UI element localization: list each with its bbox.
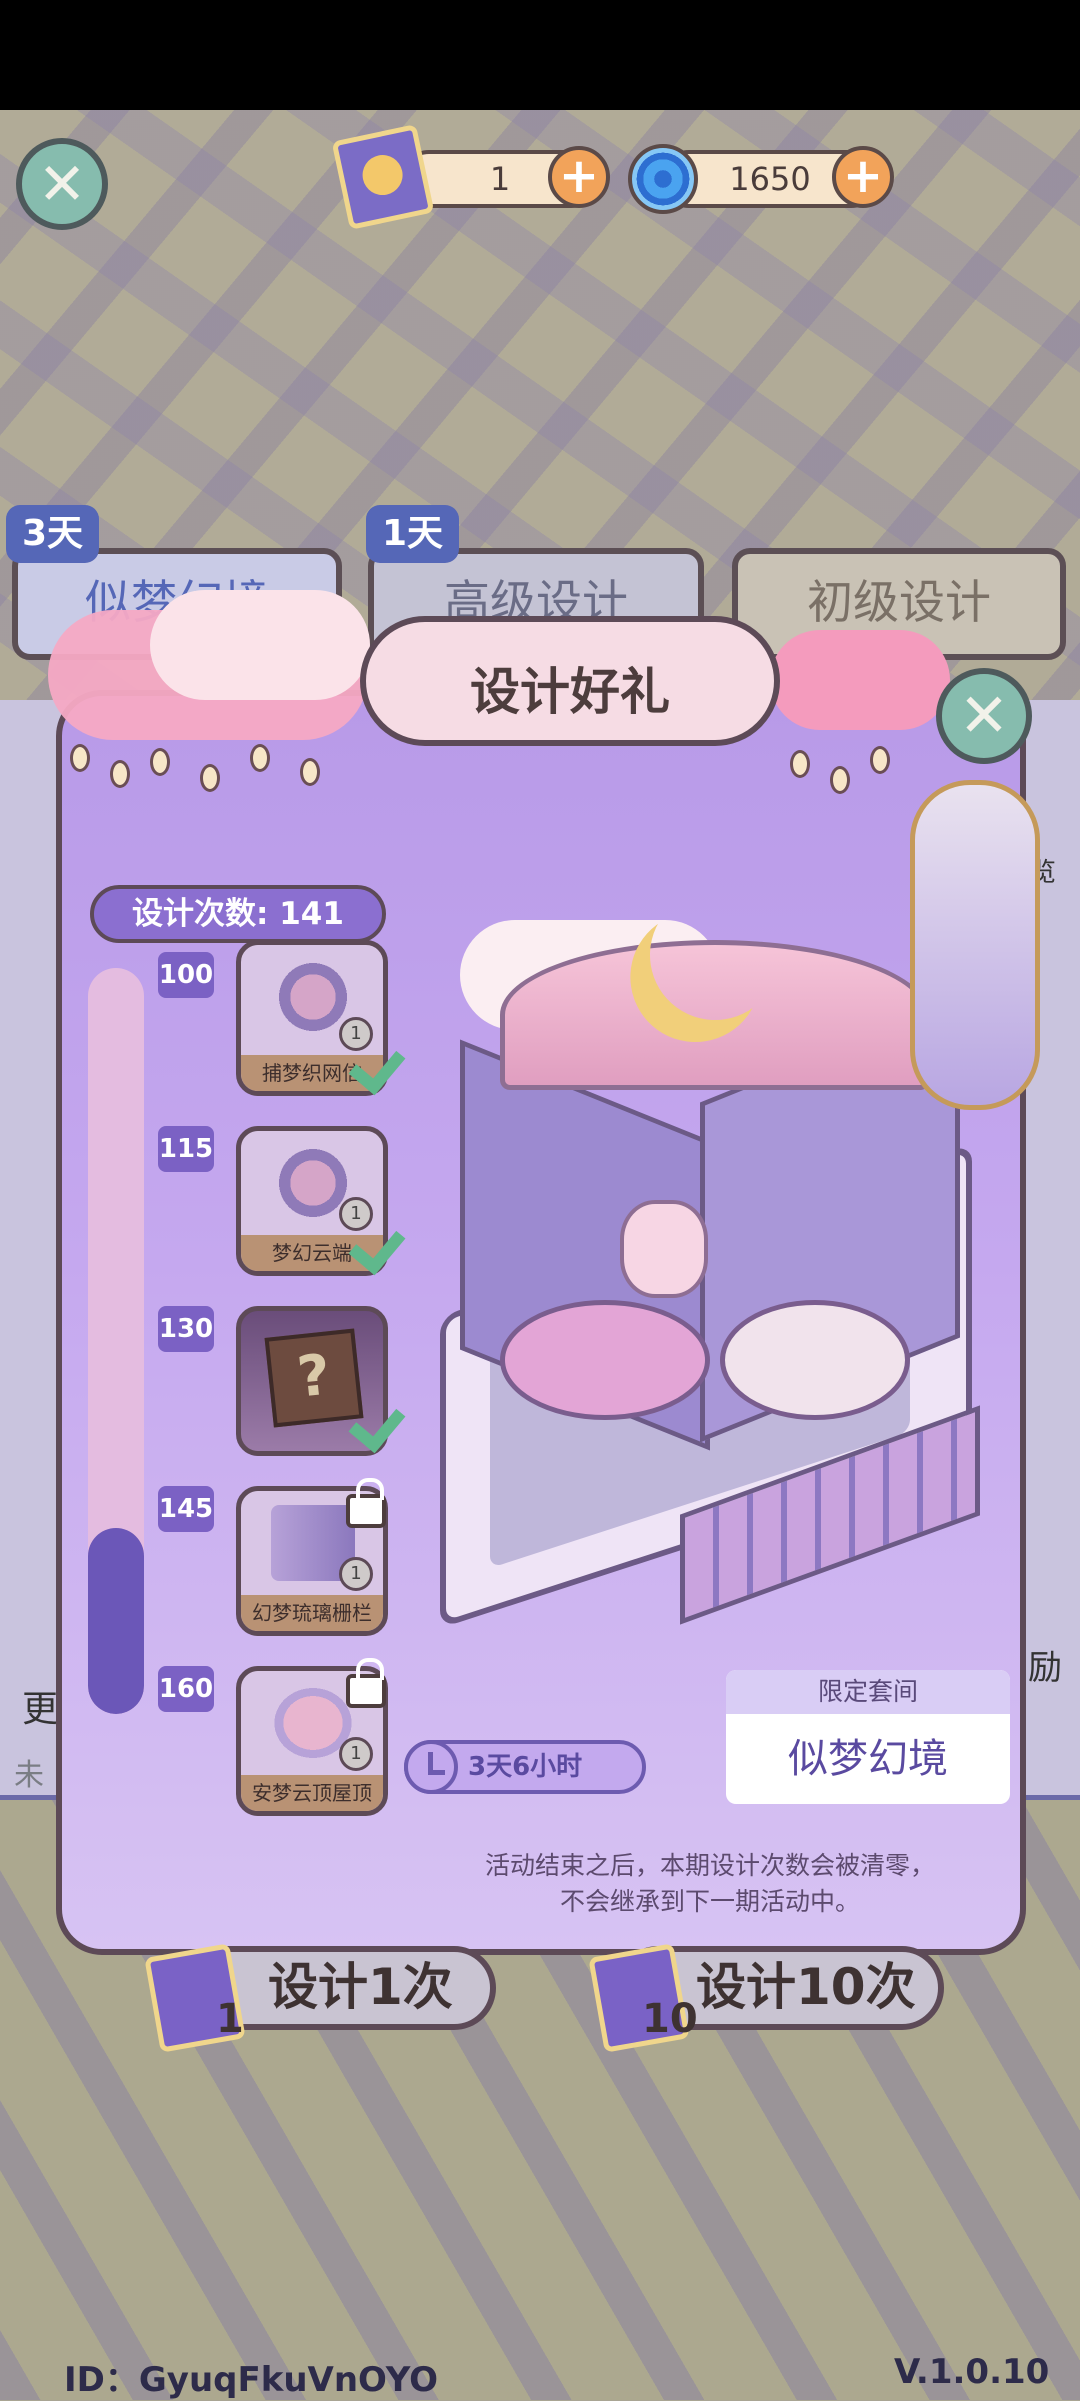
side-decoration	[910, 780, 1040, 1110]
design-count: 设计次数: 141	[90, 885, 386, 943]
progress-fill	[88, 1527, 144, 1714]
event-timer: 3天6小时	[404, 1740, 646, 1794]
note-line: 活动结束之后，本期设计次数会被清零，	[484, 1851, 935, 1880]
swirl-currency-icon	[628, 144, 698, 214]
timer-text: 3天6小时	[468, 1752, 583, 1782]
suite-name: 似梦幻境	[788, 1736, 948, 1782]
suite-header: 限定套间	[726, 1670, 1010, 1714]
version-label: V.1.0.10	[894, 2352, 1050, 2392]
modal-title: 设计好礼	[470, 663, 670, 721]
button-label: 设计10次	[696, 1958, 916, 2016]
progress-bar	[88, 968, 144, 1714]
white-cloud-decoration	[150, 590, 370, 700]
lock-icon	[346, 1478, 386, 1528]
tab-days-badge: 3天	[6, 505, 100, 563]
button-label: 设计1次	[268, 1958, 453, 2016]
clock-icon	[404, 1740, 458, 1794]
design-ticket-icon	[331, 124, 435, 230]
milestone-value: 130	[158, 1306, 214, 1352]
milestone-value: 145	[158, 1486, 214, 1532]
milestone-value: 115	[158, 1126, 214, 1172]
background-label: 未	[14, 1758, 44, 1793]
lock-icon	[346, 1658, 386, 1708]
limited-suite-card: 限定套间 似梦幻境	[726, 1670, 1010, 1804]
reward-quantity: 1	[339, 1557, 373, 1591]
add-ticket-button[interactable]: +	[548, 146, 610, 208]
milestone-value: 100	[158, 952, 214, 998]
reward-quantity: 1	[339, 1737, 373, 1771]
reward-name: 安梦云顶屋顶	[241, 1775, 383, 1811]
reward-name: 幻梦琉璃栅栏	[241, 1595, 383, 1631]
pink-cloud-decoration	[770, 630, 950, 730]
event-note: 活动结束之后，本期设计次数会被清零， 不会继承到下一期活动中。	[420, 1848, 1000, 1920]
milestone-value: 160	[158, 1666, 214, 1712]
unicorn-icon	[620, 1200, 708, 1298]
dream-room-illustration	[420, 900, 980, 1629]
cost-value: 10	[642, 1996, 698, 2042]
modal-close-button[interactable]: ✕	[936, 668, 1032, 764]
tab-label: 初级设计	[807, 575, 991, 629]
close-icon: ✕	[37, 150, 87, 218]
raindrop-decoration	[790, 740, 930, 800]
check-icon	[352, 1396, 414, 1440]
back-close-button[interactable]: ✕	[16, 138, 108, 230]
check-icon	[352, 1038, 414, 1082]
player-id: ID：GyuqFkuVnOYO	[64, 2360, 439, 2400]
add-currency-button[interactable]: +	[832, 146, 894, 208]
background-label: 更	[22, 1689, 59, 1730]
background-label: 励	[1028, 1648, 1062, 1688]
tab-days-badge: 1天	[366, 505, 460, 563]
note-line: 不会继承到下一期活动中。	[559, 1887, 860, 1916]
question-box-icon: ?	[264, 1328, 364, 1428]
raindrop-decoration	[70, 740, 350, 800]
status-bar	[0, 0, 1080, 110]
check-icon	[352, 1218, 414, 1262]
cost-value: 1	[216, 1996, 244, 2042]
